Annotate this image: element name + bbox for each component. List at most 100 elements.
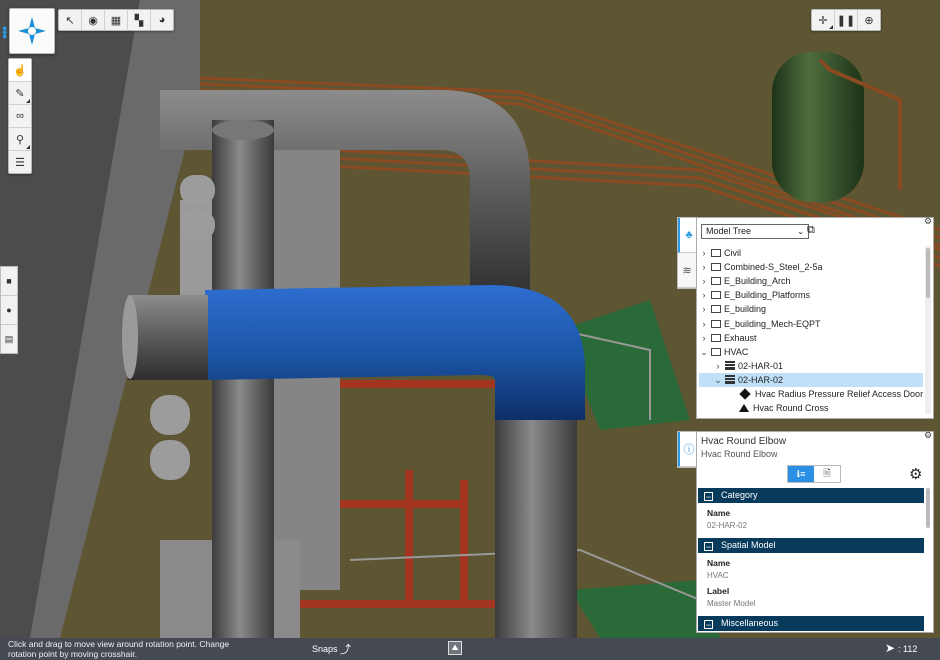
tree-item-label: E_building bbox=[724, 304, 767, 315]
left-edge-toolbar: ■ ● ▤ bbox=[0, 266, 18, 354]
property-section-header[interactable]: − Category bbox=[698, 488, 924, 503]
collapse-minus-icon[interactable]: − bbox=[704, 542, 713, 552]
tree-view-dropdown-value: Model Tree bbox=[706, 226, 752, 236]
chevron-right-icon[interactable]: › bbox=[699, 274, 709, 288]
properties-title: Hvac Round Elbow bbox=[701, 436, 787, 447]
section-title: Category bbox=[721, 490, 758, 500]
document-tab-icon[interactable]: 🗎 bbox=[814, 466, 840, 482]
property-name: Name bbox=[707, 508, 731, 518]
selection-count: : 112 bbox=[898, 644, 918, 654]
chevron-down-icon[interactable]: ⌄ bbox=[713, 373, 723, 387]
properties-settings-icon[interactable]: ⚙ bbox=[909, 465, 922, 483]
model-icon bbox=[711, 347, 721, 356]
tree-view-dropdown[interactable]: Model Tree ⌄ bbox=[701, 224, 809, 239]
copy-icon[interactable]: ⧉ bbox=[807, 224, 819, 236]
chevron-down-icon[interactable]: ⌄ bbox=[699, 345, 709, 359]
layer-icon bbox=[725, 360, 735, 370]
tree-item-label: 02-HAR-02 bbox=[738, 374, 784, 385]
tree-item[interactable]: › E_building_Mech-EQPT bbox=[699, 317, 923, 331]
tree-item[interactable]: › 02-HAR-01 bbox=[699, 359, 923, 373]
snap-icon[interactable]: ⤴ bbox=[340, 641, 351, 657]
property-name: Label bbox=[707, 586, 730, 596]
model-icon bbox=[711, 277, 721, 286]
visibility-eye-icon[interactable]: ◉ bbox=[82, 10, 105, 30]
palette-icon[interactable]: ◕ bbox=[151, 10, 173, 30]
left-toolbar: ☝ ✎ ∞ ⚲ ☰ bbox=[8, 58, 32, 174]
hierarchy-tab-icon[interactable]: ♣ bbox=[678, 218, 698, 253]
grid-icon[interactable]: ▦ bbox=[105, 10, 128, 30]
model-icon bbox=[711, 249, 721, 257]
tree-item-label: 02-HAR-01 bbox=[738, 360, 784, 371]
drone-icon[interactable]: ● bbox=[1, 296, 17, 325]
select-cursor-icon[interactable]: ↖ bbox=[59, 10, 82, 30]
chevron-down-icon: ⌄ bbox=[797, 227, 804, 236]
tree-panel-tabs: ♣ ≋ bbox=[677, 217, 698, 289]
crosshair-icon[interactable]: ✛ bbox=[812, 10, 835, 30]
chevron-right-icon[interactable]: › bbox=[699, 317, 709, 331]
tree-item-label: Exhaust bbox=[724, 332, 757, 343]
clipboard-icon[interactable]: ▤ bbox=[1, 325, 17, 353]
view-cube-icon[interactable]: ⊕ bbox=[858, 10, 880, 30]
tree-item[interactable]: › Exhaust bbox=[699, 331, 923, 345]
info-list-tab-icon[interactable]: ℹ≡ bbox=[788, 466, 814, 482]
tree-item[interactable]: › E_Building_Platforms bbox=[699, 288, 923, 302]
camera-icon[interactable]: ■ bbox=[1, 267, 17, 296]
properties-tab-group: ℹ≡ 🗎 bbox=[787, 465, 841, 483]
status-bar: Click and drag to move view around rotat… bbox=[0, 638, 940, 660]
chevron-right-icon[interactable]: › bbox=[699, 246, 709, 260]
property-name: Name bbox=[707, 558, 731, 568]
tree-item[interactable]: › Combined-S_Steel_2-5a bbox=[699, 260, 923, 274]
chevron-right-icon[interactable]: › bbox=[699, 302, 709, 316]
measure-ruler-icon[interactable]: ✎ bbox=[9, 82, 31, 105]
diamond-icon bbox=[739, 388, 751, 400]
model-icon bbox=[711, 291, 721, 300]
section-icon[interactable]: ▚ bbox=[128, 10, 151, 30]
home-logo-button[interactable] bbox=[9, 8, 55, 54]
walk-footprints-icon[interactable]: ❚❚ bbox=[835, 10, 858, 30]
chevron-right-icon[interactable]: › bbox=[699, 288, 709, 302]
model-tree-panel: Model Tree ⌄ ⧉ › Civil › Combined-S_Steel_2… bbox=[696, 217, 934, 419]
chevron-right-icon[interactable]: › bbox=[699, 331, 709, 345]
chevron-right-icon[interactable]: › bbox=[713, 359, 723, 373]
tree-item[interactable]: Hvac Radius Pressure Relief Access Door bbox=[699, 387, 923, 401]
markup-icon[interactable]: ⚲ bbox=[9, 128, 31, 151]
tree-item-label: E_Building_Arch bbox=[724, 276, 791, 287]
collapse-minus-icon[interactable]: − bbox=[704, 492, 713, 502]
tree-item[interactable]: › E_building bbox=[699, 302, 923, 316]
navigation-toolbar: ✛ ❚❚ ⊕ bbox=[811, 9, 881, 31]
tree-panel-settings-icon[interactable]: ⚙ bbox=[924, 216, 932, 227]
chevron-right-icon[interactable]: › bbox=[699, 260, 709, 274]
layers-tab-icon[interactable]: ≋ bbox=[678, 253, 696, 288]
property-section-header[interactable]: − Miscellaneous bbox=[698, 616, 924, 631]
tree-item-label: Civil bbox=[724, 248, 741, 258]
section-title: Spatial Model bbox=[721, 540, 776, 550]
tree-scrollbar-thumb[interactable] bbox=[926, 248, 930, 298]
properties-subtitle: Hvac Round Elbow bbox=[701, 449, 778, 459]
top-toolbar: ↖ ◉ ▦ ▚ ◕ bbox=[58, 9, 174, 31]
tree-item[interactable]: › E_Building_Arch bbox=[699, 274, 923, 288]
screenshot-icon[interactable]: ⛰ bbox=[448, 641, 462, 655]
property-section-header[interactable]: − Spatial Model bbox=[698, 538, 924, 553]
model-icon bbox=[711, 263, 721, 272]
layers-stack-icon[interactable]: ☰ bbox=[9, 151, 31, 173]
tree-item[interactable]: ⌄ 02-HAR-02 bbox=[699, 372, 923, 387]
property-value: 02-HAR-02 bbox=[707, 521, 748, 530]
tree-item[interactable]: › Civil bbox=[699, 246, 923, 260]
compass-star-icon bbox=[18, 17, 46, 45]
tree-item-label: Hvac Round Cross bbox=[753, 403, 829, 414]
tree-item[interactable]: Hvac Round Cross bbox=[699, 401, 923, 415]
binoculars-icon[interactable]: ∞ bbox=[9, 105, 31, 128]
tree-item-label: E_Building_Platforms bbox=[724, 290, 811, 301]
property-value: Master Model bbox=[707, 599, 756, 608]
collapse-handle[interactable]: ● ● ● bbox=[2, 24, 7, 41]
collapse-minus-icon[interactable]: − bbox=[704, 620, 713, 630]
snaps-label[interactable]: Snaps bbox=[312, 644, 338, 654]
properties-scrollbar-thumb[interactable] bbox=[926, 488, 930, 528]
model-icon bbox=[711, 333, 721, 342]
cursor-icon: ➤ bbox=[885, 641, 896, 655]
tree-item[interactable]: ⌄ HVAC bbox=[699, 345, 923, 359]
pointer-icon[interactable]: ☝ bbox=[9, 59, 31, 82]
property-value: HVAC bbox=[707, 571, 729, 580]
info-tab-icon[interactable]: ⓘ bbox=[678, 432, 698, 467]
properties-panel-settings-icon[interactable]: ⚙ bbox=[924, 430, 932, 441]
